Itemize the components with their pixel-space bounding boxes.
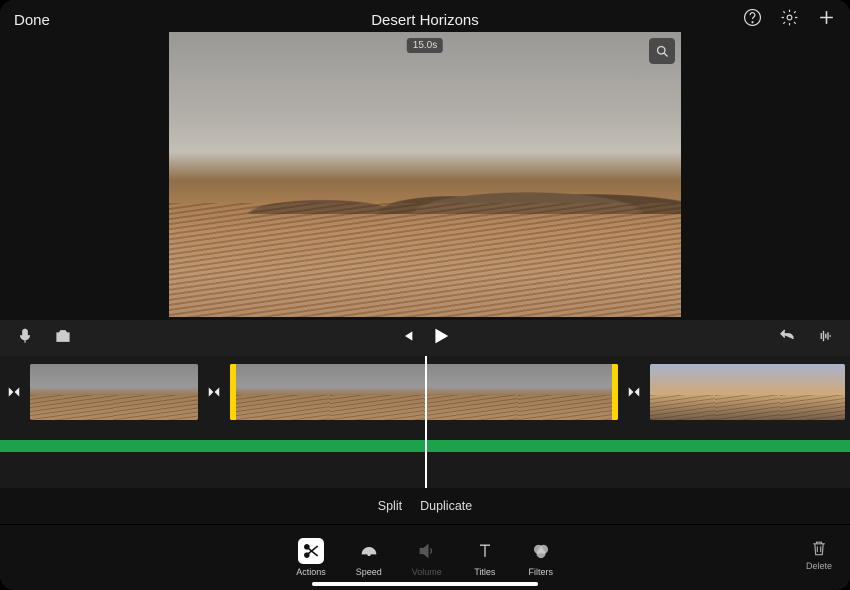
tool-label: Actions (296, 567, 326, 577)
toolbar: Actions Speed Volume Titles Filters (0, 524, 850, 590)
tool-label: Speed (356, 567, 382, 577)
undo-icon[interactable] (778, 327, 796, 350)
done-button[interactable]: Done (14, 12, 50, 29)
delete-button[interactable]: Delete (806, 537, 832, 571)
filters-icon (528, 538, 554, 564)
help-icon[interactable] (743, 8, 762, 32)
timeline[interactable] (0, 356, 850, 488)
tool-filters[interactable]: Filters (528, 538, 554, 577)
tool-label: Volume (412, 567, 442, 577)
delete-label: Delete (806, 561, 832, 571)
zoom-button[interactable] (649, 38, 675, 64)
transition-handle[interactable] (4, 364, 24, 420)
project-title: Desert Horizons (371, 12, 479, 29)
tool-titles[interactable]: Titles (472, 538, 498, 577)
home-indicator (312, 582, 538, 586)
camera-icon[interactable] (54, 327, 72, 350)
duplicate-button[interactable]: Duplicate (420, 499, 472, 513)
transition-handle[interactable] (204, 364, 224, 420)
playhead[interactable] (425, 356, 427, 488)
speaker-icon (414, 538, 440, 564)
mic-icon[interactable] (16, 327, 34, 350)
add-icon[interactable] (817, 8, 836, 32)
transition-handle[interactable] (624, 364, 644, 420)
tool-volume[interactable]: Volume (412, 538, 442, 577)
clip-1[interactable] (30, 364, 198, 420)
clip-actions-row: Split Duplicate (0, 488, 850, 524)
split-button[interactable]: Split (378, 499, 402, 513)
waveform-icon[interactable] (816, 327, 834, 350)
text-icon (472, 538, 498, 564)
preview-area: 15.0s (0, 40, 850, 320)
trash-icon (809, 537, 829, 559)
scissors-icon (298, 538, 324, 564)
speedometer-icon (356, 538, 382, 564)
clip-3[interactable] (650, 364, 845, 420)
previous-icon[interactable] (399, 328, 415, 349)
tool-actions[interactable]: Actions (296, 538, 326, 577)
transport-bar (0, 320, 850, 356)
tool-label: Filters (529, 567, 554, 577)
play-icon[interactable] (429, 325, 451, 352)
settings-icon[interactable] (780, 8, 799, 32)
clip-2-selected[interactable] (230, 364, 618, 420)
duration-badge: 15.0s (407, 38, 443, 53)
video-preview[interactable]: 15.0s (169, 32, 681, 317)
tool-label: Titles (474, 567, 495, 577)
tool-speed[interactable]: Speed (356, 538, 382, 577)
